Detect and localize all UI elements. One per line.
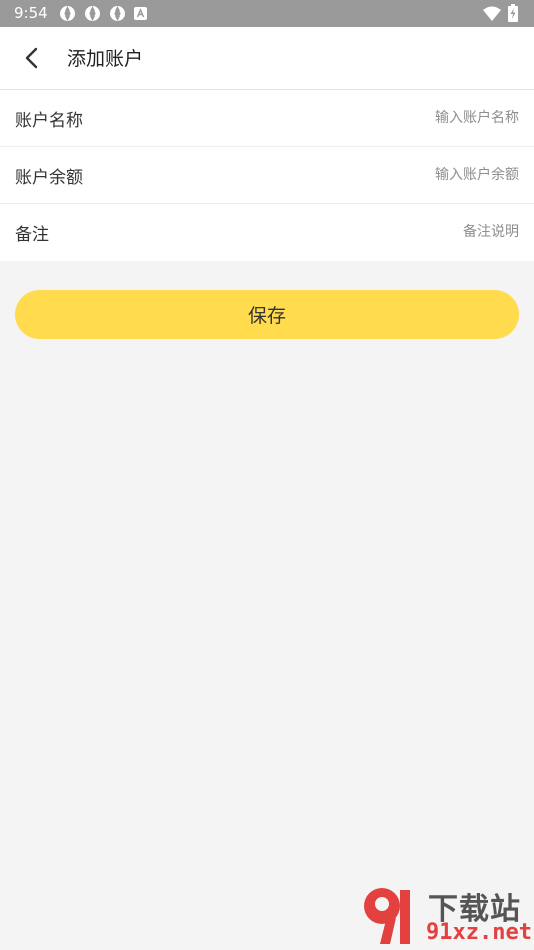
battery-charging-icon <box>508 4 518 22</box>
note-input[interactable] <box>259 217 519 247</box>
note-label: 备注 <box>15 225 49 245</box>
account-form: 账户名称 账户余额 备注 <box>0 90 534 261</box>
account-name-input[interactable] <box>259 103 519 133</box>
form-row-account-name[interactable]: 账户名称 <box>0 90 534 147</box>
status-bar: 9:54 <box>0 0 534 27</box>
header: 添加账户 <box>0 27 534 90</box>
keyboard-a-icon <box>134 7 147 20</box>
back-button[interactable] <box>12 38 52 78</box>
account-balance-label: 账户余额 <box>15 168 83 188</box>
form-row-account-balance[interactable]: 账户余额 <box>0 147 534 204</box>
watermark-text-bottom: 91xz.net <box>426 920 532 945</box>
watermark-logo-icon <box>364 888 410 944</box>
wifi-icon <box>483 6 501 21</box>
account-balance-input[interactable] <box>259 160 519 190</box>
status-time: 9:54 <box>14 4 48 22</box>
page-title: 添加账户 <box>67 48 144 70</box>
save-button[interactable]: 保存 <box>15 290 519 339</box>
form-row-note[interactable]: 备注 <box>0 204 534 261</box>
notification-icon <box>85 6 100 21</box>
account-name-label: 账户名称 <box>15 111 83 131</box>
notification-icon <box>110 6 125 21</box>
watermark: 下载站 91xz.net <box>360 884 532 948</box>
chevron-left-icon <box>25 47 38 69</box>
notification-icon <box>60 6 75 21</box>
